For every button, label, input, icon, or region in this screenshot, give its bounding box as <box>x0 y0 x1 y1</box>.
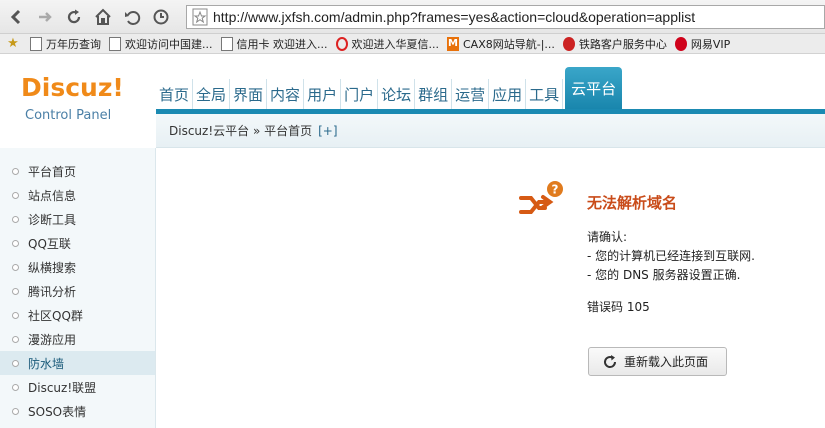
sidebar-item-diagnostics[interactable]: 诊断工具 <box>0 207 155 231</box>
forward-arrow-icon <box>39 11 52 22</box>
nav-forum[interactable]: 论坛 <box>378 79 416 109</box>
reload-button[interactable]: 重新载入此页面 <box>588 347 727 376</box>
nav-portal[interactable]: 门户 <box>341 79 379 109</box>
star-icon[interactable]: ★ <box>4 36 22 51</box>
top-nav: 首页 全局 界面 内容 用户 门户 论坛 群组 运营 应用 工具 云平台 <box>156 67 623 109</box>
browser-toolbar: http://www.jxfsh.com/admin.php?frames=ye… <box>0 0 825 34</box>
bookmark-item[interactable]: M CAX8网站导航-|... <box>447 36 555 52</box>
home-button[interactable] <box>90 4 116 30</box>
m-logo-icon: M <box>447 36 459 51</box>
bullet-icon <box>12 287 19 295</box>
reload-icon <box>604 354 617 368</box>
error-title: 无法解析域名 <box>587 194 678 212</box>
page-star-icon[interactable] <box>191 8 209 26</box>
history-button[interactable] <box>148 4 174 30</box>
logo[interactable]: Discuz! Control Panel <box>0 55 156 148</box>
forward-button[interactable] <box>32 4 58 30</box>
home-icon <box>95 8 111 25</box>
url-text: http://www.jxfsh.com/admin.php?frames=ye… <box>213 9 696 25</box>
nav-cloud-platform[interactable]: 云平台 <box>565 67 623 109</box>
doc-icon <box>30 36 42 51</box>
nav-home[interactable]: 首页 <box>156 79 194 109</box>
error-line: - 您的 DNS 服务器设置正确. <box>587 268 741 282</box>
railway-icon <box>562 36 575 51</box>
refresh-icon <box>67 9 81 23</box>
sidebar-item-platform-home[interactable]: 平台首页 <box>0 159 155 183</box>
nav-global[interactable]: 全局 <box>193 79 231 109</box>
bullet-icon <box>12 215 19 223</box>
sidebar-item-manyou[interactable]: 漫游应用 <box>0 327 155 351</box>
netease-icon <box>674 36 687 51</box>
main-content: ? 无法解析域名 请确认: - 您的计算机已经连接到互联网. - 您的 DNS … <box>157 148 825 428</box>
breadcrumb-text: Discuz!云平台 » 平台首页 <box>169 124 313 138</box>
sidebar-item-qq-connect[interactable]: QQ互联 <box>0 231 155 255</box>
breadcrumb: Discuz!云平台 » 平台首页 [+] <box>156 114 825 148</box>
undo-button[interactable] <box>119 4 145 30</box>
refresh-button[interactable] <box>61 4 87 30</box>
undo-icon <box>125 10 141 25</box>
nav-interface[interactable]: 界面 <box>230 79 268 109</box>
bullet-icon <box>12 263 19 271</box>
bookmark-item[interactable]: 欢迎进入华夏信... <box>335 36 439 52</box>
bullet-icon <box>12 311 19 319</box>
logo-sub: Control Panel <box>25 108 112 123</box>
sidebar-item-site-info[interactable]: 站点信息 <box>0 183 155 207</box>
admin-header: Discuz! Control Panel 首页 全局 界面 内容 用户 门户 … <box>0 55 825 148</box>
svg-text:?: ? <box>552 183 559 197</box>
bullet-icon <box>12 191 19 199</box>
nav-tools[interactable]: 工具 <box>526 79 564 109</box>
doc-icon <box>220 36 233 51</box>
bullet-icon <box>12 359 19 367</box>
sidebar-item-soso-emoji[interactable]: SOSO表情 <box>0 399 155 423</box>
breadcrumb-add-button[interactable]: [+] <box>318 124 337 138</box>
error-line: - 您的计算机已经连接到互联网. <box>587 249 755 263</box>
doc-icon <box>109 36 121 51</box>
bookmark-item[interactable]: 铁路客户服务中心 <box>562 36 667 52</box>
bullet-icon <box>12 239 19 247</box>
bookmark-item[interactable]: 网易VIP <box>674 36 730 52</box>
address-bar[interactable]: http://www.jxfsh.com/admin.php?frames=ye… <box>186 5 825 29</box>
bookmark-item[interactable]: 欢迎访问中国建... <box>109 36 213 52</box>
back-arrow-icon <box>10 9 21 24</box>
nav-operations[interactable]: 运营 <box>452 79 490 109</box>
bookmark-item[interactable]: 信用卡 欢迎进入... <box>220 36 328 52</box>
nav-apps[interactable]: 应用 <box>489 79 527 109</box>
dns-error-icon: ? <box>519 181 563 214</box>
sidebar: 平台首页 站点信息 诊断工具 QQ互联 纵横搜索 腾讯分析 社区QQ群 漫游应用… <box>0 148 156 428</box>
error-code: 错误码 105 <box>587 300 650 314</box>
error-confirm: 请确认: <box>587 230 628 244</box>
reload-button-label: 重新载入此页面 <box>624 355 709 369</box>
nav-users[interactable]: 用户 <box>304 79 342 109</box>
nav-content[interactable]: 内容 <box>267 79 305 109</box>
sidebar-item-search[interactable]: 纵横搜索 <box>0 255 155 279</box>
bullet-icon <box>12 407 19 415</box>
bookmarks-bar: ★ 万年历查询 欢迎访问中国建... 信用卡 欢迎进入... 欢迎进入华夏信..… <box>0 34 825 54</box>
logo-main: Discuz! <box>21 73 124 102</box>
bookmark-item[interactable]: 万年历查询 <box>30 36 101 52</box>
sidebar-item-qq-group[interactable]: 社区QQ群 <box>0 303 155 327</box>
bullet-icon <box>12 383 19 391</box>
back-button[interactable] <box>3 4 29 30</box>
sidebar-item-analytics[interactable]: 腾讯分析 <box>0 279 155 303</box>
nav-groups[interactable]: 群组 <box>415 79 453 109</box>
c-logo-icon <box>335 36 348 51</box>
sidebar-item-union[interactable]: Discuz!联盟 <box>0 375 155 399</box>
bullet-icon <box>12 335 19 343</box>
bullet-icon <box>12 167 19 175</box>
sidebar-item-firewall[interactable]: 防水墙 <box>0 351 155 375</box>
clock-icon <box>153 9 169 24</box>
